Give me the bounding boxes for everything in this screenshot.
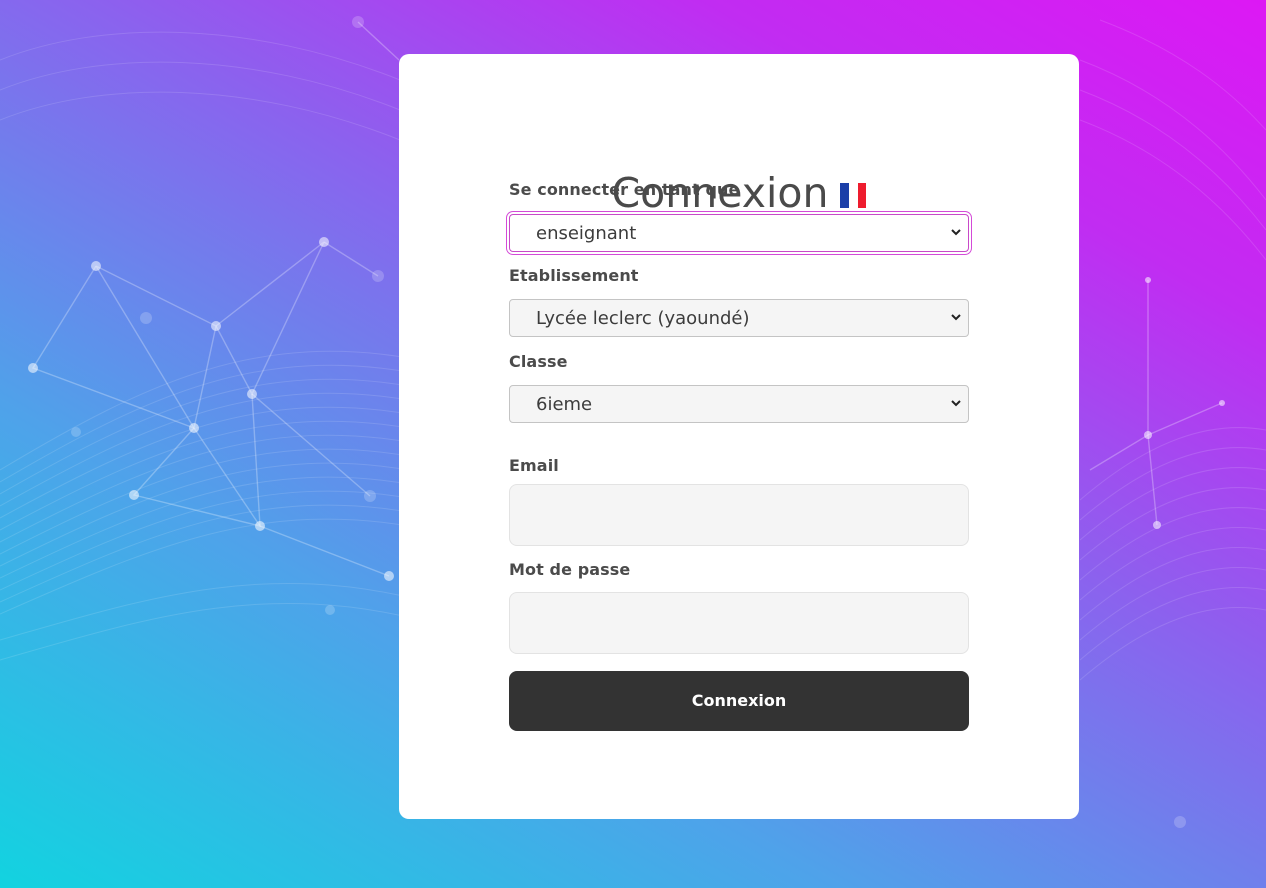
france-flag-icon [840, 182, 867, 208]
email-field[interactable] [509, 484, 969, 546]
password-label: Mot de passe [509, 560, 631, 579]
school-select[interactable]: Lycée leclerc (yaoundé) [509, 299, 969, 337]
class-label: Classe [509, 352, 568, 371]
login-card: Connexion Se connecter en tant que ensei… [399, 54, 1079, 819]
email-label: Email [509, 456, 559, 475]
class-select-value: 6ieme [536, 394, 593, 415]
school-label: Etablissement [509, 266, 639, 285]
chevron-down-icon [951, 229, 961, 236]
class-select[interactable]: 6ieme [509, 385, 969, 423]
school-select-value: Lycée leclerc (yaoundé) [536, 308, 750, 329]
chevron-down-icon [951, 400, 961, 407]
role-label: Se connecter en tant que [509, 180, 740, 199]
password-field[interactable] [509, 592, 969, 654]
role-select[interactable]: enseignant [509, 214, 969, 252]
role-select-value: enseignant [536, 223, 637, 244]
chevron-down-icon [951, 314, 961, 321]
login-button[interactable]: Connexion [509, 671, 969, 731]
